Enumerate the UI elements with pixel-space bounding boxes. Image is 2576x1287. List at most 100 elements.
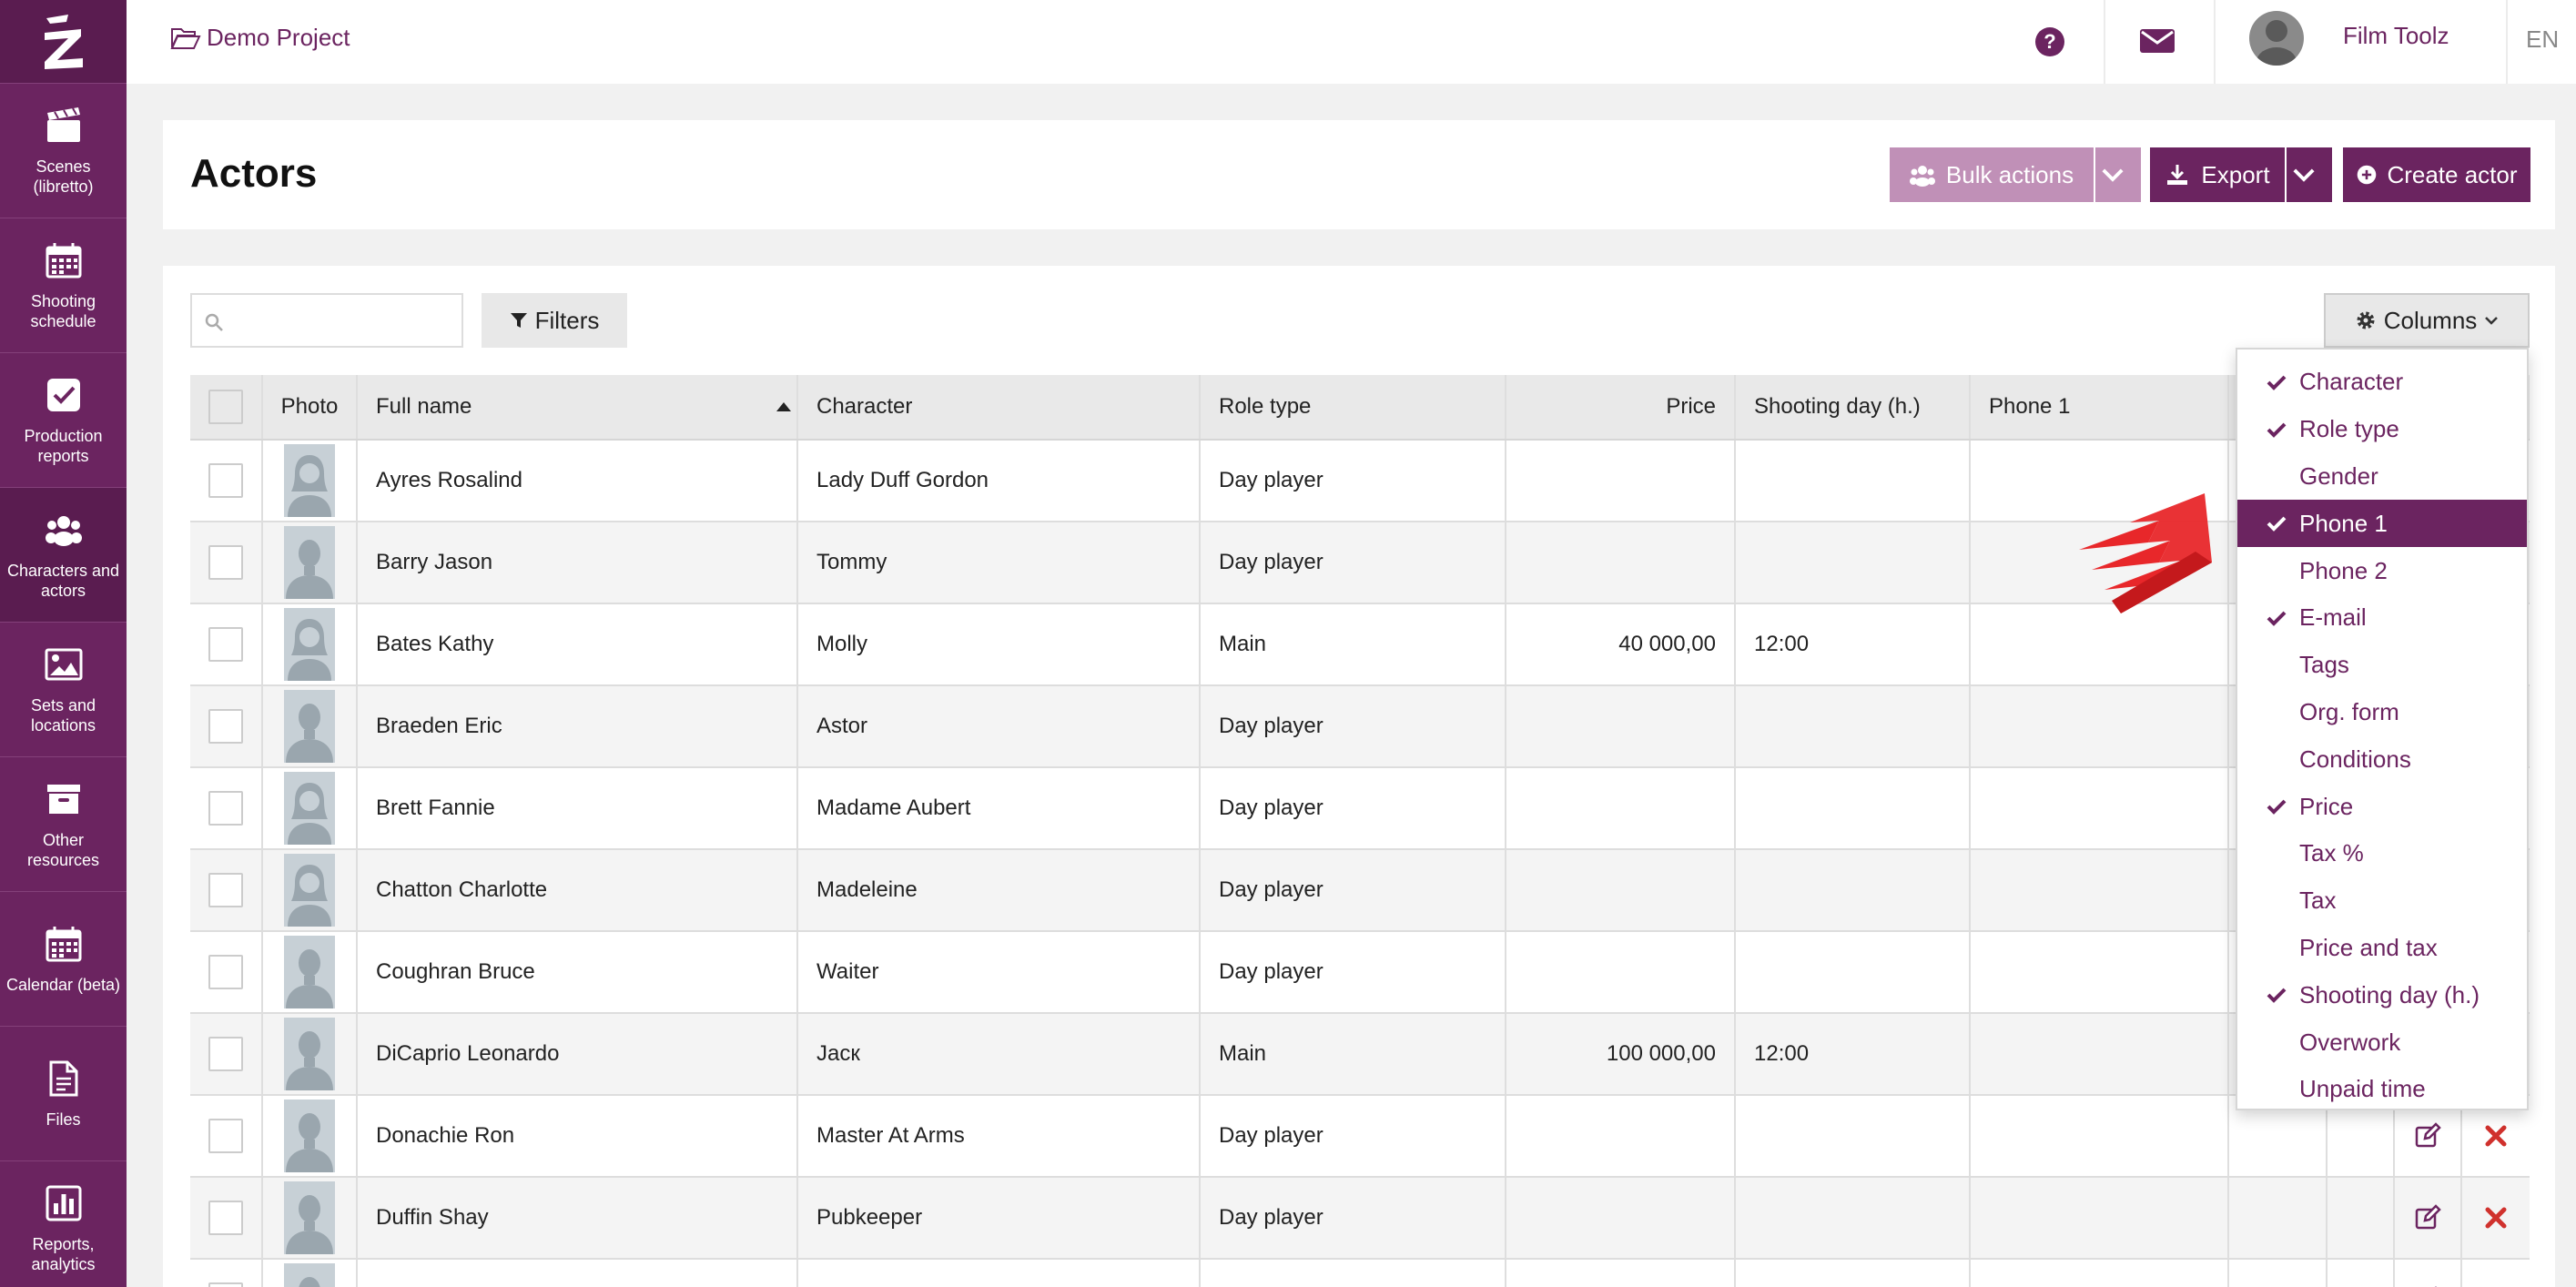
header-price[interactable]: Price — [1506, 375, 1736, 439]
row-checkbox[interactable] — [208, 1119, 243, 1153]
actor-photo[interactable] — [284, 936, 335, 1008]
column-option-unpaid-time[interactable]: Unpaid time — [2237, 1066, 2527, 1113]
column-option-phone-1[interactable]: Phone 1 — [2237, 500, 2527, 548]
delete-button[interactable] — [2462, 1178, 2530, 1258]
sidebar-item-other-resources[interactable]: Other resources — [0, 757, 127, 892]
table-row[interactable]: Coughran Bruce Waiter Day player — [190, 932, 2530, 1014]
header-role-type[interactable]: Role type — [1201, 375, 1506, 439]
actor-photo[interactable] — [284, 690, 335, 763]
header-character[interactable]: Character — [798, 375, 1201, 439]
full-name-cell[interactable]: Brett Fannie — [358, 768, 798, 848]
full-name-cell[interactable]: Coughran Bruce — [358, 932, 798, 1012]
column-option-price[interactable]: Price — [2237, 783, 2527, 830]
row-checkbox[interactable] — [208, 1282, 243, 1287]
full-name-cell[interactable] — [358, 1260, 798, 1287]
full-name-cell[interactable]: Ayres Rosalind — [358, 441, 798, 521]
header-shooting-day[interactable]: Shooting day (h.) — [1736, 375, 1971, 439]
role-type-cell: Day player — [1201, 441, 1506, 521]
export-dropdown-button[interactable] — [2287, 147, 2332, 202]
column-option-tax[interactable]: Tax — [2237, 877, 2527, 925]
row-checkbox[interactable] — [208, 1037, 243, 1071]
language-switcher[interactable]: EN — [2526, 25, 2559, 54]
full-name-cell[interactable]: Braeden Eric — [358, 686, 798, 766]
column-option-conditions[interactable]: Conditions — [2237, 735, 2527, 783]
actor-photo[interactable] — [284, 854, 335, 927]
sidebar-item-shooting-schedule[interactable]: Shooting schedule — [0, 218, 127, 353]
row-checkbox[interactable] — [208, 955, 243, 989]
column-option-org-form[interactable]: Org. form — [2237, 689, 2527, 736]
filters-button[interactable]: Filters — [482, 293, 627, 348]
row-checkbox[interactable] — [208, 545, 243, 580]
full-name-cell[interactable]: DiCaprio Leonardo — [358, 1014, 798, 1094]
full-name-cell[interactable]: Barry Jason — [358, 522, 798, 603]
sidebar-item-files[interactable]: Files — [0, 1027, 127, 1161]
sidebar-item-sets-and-locations[interactable]: Sets and locations — [0, 623, 127, 757]
create-actor-button[interactable]: Create actor — [2343, 147, 2530, 202]
select-all-checkbox[interactable] — [208, 390, 243, 424]
full-name-cell[interactable]: Chatton Charlotte — [358, 850, 798, 930]
column-option-tax[interactable]: Tax % — [2237, 830, 2527, 877]
actor-photo[interactable] — [284, 1100, 335, 1172]
user-name[interactable]: Film Toolz — [2343, 22, 2449, 50]
column-option-character[interactable]: Character — [2237, 359, 2527, 406]
table-row[interactable]: Bates Kathy Molly Main 40 000,00 12:00 — [190, 604, 2530, 686]
full-name-cell[interactable]: Donachie Ron — [358, 1096, 798, 1176]
bulk-actions-button[interactable]: Bulk actions — [1890, 147, 2094, 202]
project-selector[interactable]: Demo Project — [170, 24, 350, 52]
column-option-overwork[interactable]: Overwork — [2237, 1018, 2527, 1066]
column-option-e-mail[interactable]: E-mail — [2237, 594, 2527, 642]
sidebar-item-scenes-libretto[interactable]: Scenes (libretto) — [0, 84, 127, 218]
sidebar-item-calendar-beta[interactable]: Calendar (beta) — [0, 892, 127, 1027]
export-button[interactable]: Export — [2150, 147, 2285, 202]
header-phone-1[interactable]: Phone 1 — [1971, 375, 2229, 439]
edit-button[interactable] — [2395, 1260, 2462, 1287]
column-option-price-and-tax[interactable]: Price and tax — [2237, 925, 2527, 972]
edit-button[interactable] — [2395, 1178, 2462, 1258]
row-checkbox[interactable] — [208, 1201, 243, 1235]
table-row[interactable]: DiCaprio Leonardo Jaск Main 100 000,00 12:00 — [190, 1014, 2530, 1096]
full-name-cell[interactable]: Bates Kathy — [358, 604, 798, 684]
character-cell: Madeleine — [798, 850, 1201, 930]
header-full-name[interactable]: Full name — [358, 375, 798, 439]
row-checkbox[interactable] — [208, 709, 243, 744]
photo-cell — [263, 1178, 358, 1258]
column-option-shooting-day-h[interactable]: Shooting day (h.) — [2237, 971, 2527, 1018]
row-checkbox[interactable] — [208, 463, 243, 498]
table-row[interactable] — [190, 1260, 2530, 1287]
phone-1-cell — [1971, 1014, 2229, 1094]
sidebar-item-reports-analytics[interactable]: Reports, analytics — [0, 1161, 127, 1287]
column-option-role-type[interactable]: Role type — [2237, 406, 2527, 453]
help-icon[interactable]: ? — [2030, 22, 2070, 62]
mail-icon[interactable] — [2138, 25, 2176, 56]
actor-photo[interactable] — [284, 772, 335, 845]
sidebar-item-characters-and-actors[interactable]: Characters and actors — [0, 488, 127, 623]
photo-cell — [263, 686, 358, 766]
column-option-tags[interactable]: Tags — [2237, 642, 2527, 689]
table-row[interactable]: Braeden Eric Astor Day player — [190, 686, 2530, 768]
actor-photo[interactable] — [284, 608, 335, 681]
full-name-cell[interactable]: Duffin Shay — [358, 1178, 798, 1258]
app-logo[interactable] — [0, 0, 127, 84]
row-checkbox[interactable] — [208, 627, 243, 662]
filter-icon — [510, 313, 527, 328]
check-icon — [2267, 799, 2287, 816]
table-row[interactable]: Duffin Shay Pubkeeper Day player — [190, 1178, 2530, 1260]
actor-photo[interactable] — [284, 526, 335, 599]
row-checkbox[interactable] — [208, 791, 243, 826]
columns-button[interactable]: Columns — [2324, 293, 2530, 348]
actor-photo[interactable] — [284, 1263, 335, 1287]
table-row[interactable]: Brett Fannie Madame Aubert Day player — [190, 768, 2530, 850]
bulk-actions-dropdown-button[interactable] — [2095, 147, 2141, 202]
actor-photo[interactable] — [284, 1181, 335, 1254]
table-row[interactable]: Donachie Ron Master At Arms Day player — [190, 1096, 2530, 1178]
table-row[interactable]: Chatton Charlotte Madeleine Day player — [190, 850, 2530, 932]
actor-photo[interactable] — [284, 444, 335, 517]
column-option-phone-2[interactable]: Phone 2 — [2237, 547, 2527, 594]
search-input[interactable] — [190, 293, 463, 348]
actor-photo[interactable] — [284, 1018, 335, 1090]
sidebar-item-production-reports[interactable]: Production reports — [0, 353, 127, 488]
column-option-gender[interactable]: Gender — [2237, 453, 2527, 501]
delete-button[interactable] — [2462, 1260, 2530, 1287]
row-checkbox[interactable] — [208, 873, 243, 907]
user-avatar[interactable] — [2249, 11, 2304, 66]
